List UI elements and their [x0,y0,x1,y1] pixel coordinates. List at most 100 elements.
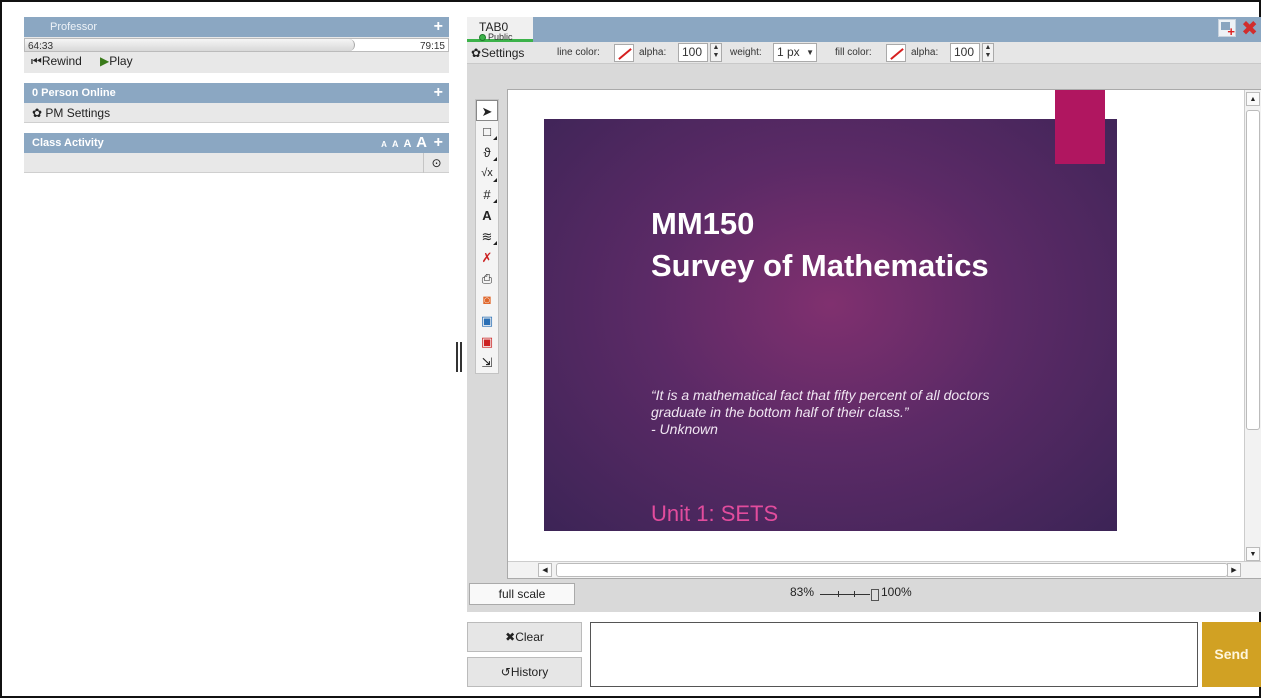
panel-splitter[interactable] [456,342,462,372]
settings-button[interactable]: ✿Settings [471,46,524,60]
whiteboard-panel: TAB0 Public ✖ ✿Settings line color: alph… [467,17,1261,612]
history-icon: ↺ [500,665,511,679]
user-icon[interactable]: ▣ [476,310,498,331]
slide-title: MM150 Survey of Mathematics [651,206,989,283]
chevron-down-icon: ▼ [806,48,814,57]
timer-icon[interactable]: ◙ [476,289,498,310]
font-size-s[interactable]: A [392,139,399,149]
equation-tool-icon[interactable]: √x [476,163,498,184]
layers-tool-icon[interactable]: ≋ [476,226,498,247]
class-activity-title: Class Activity [32,137,104,149]
import-icon[interactable]: ⇲ [476,352,498,373]
play-label: Play [109,54,133,68]
rewind-icon: ⏮ [31,54,42,68]
clear-icon: ✖ [505,630,516,644]
gear-icon: ✿ [471,46,482,60]
weight-label: weight: [730,47,762,58]
zoom-max-label: 100% [881,585,912,599]
left-panel: Professor + 64:33 79:15 ⏮Rewind ▶Play 0 … [24,17,449,173]
chat-input[interactable] [590,622,1198,687]
zoom-min-label: 83% [790,585,815,599]
horizontal-scroll-thumb[interactable] [556,563,1228,577]
tab-status: Public [479,32,513,42]
history-button[interactable]: ↺History [467,657,582,687]
line-color-label: line color: [557,47,600,58]
zoom-bar: full scale 83% 100% [467,579,1261,612]
online-expand-icon[interactable]: + [434,83,443,103]
rectangle-tool-icon[interactable]: □ [476,121,498,142]
rewind-button[interactable]: ⏮Rewind [31,54,82,69]
class-activity-expand-icon[interactable]: + [434,133,443,153]
slide-accent-bar [1055,90,1105,164]
total-time: 79:15 [419,41,445,52]
vertical-scrollbar[interactable]: ▲ ▼ [1244,90,1261,563]
current-time: 64:33 [28,41,54,52]
line-alpha-label: alpha: [639,47,667,58]
tab-tab0[interactable]: TAB0 Public [467,17,533,42]
professor-panel-title: Professor [50,21,98,33]
slide: MM150 Survey of Mathematics “It is a mat… [544,119,1117,531]
playback-controls: 64:33 79:15 ⏮Rewind ▶Play [24,37,449,73]
font-size-xs[interactable]: A [381,140,387,149]
clock-icon[interactable]: ⊙ [423,153,449,173]
close-tab-icon[interactable]: ✖ [1241,16,1258,41]
line-color-picker[interactable] [614,44,634,62]
online-panel-header: 0 Person Online + [24,83,449,103]
settings-label: Settings [481,46,525,60]
history-label: History [510,665,549,679]
font-size-m[interactable]: A [404,138,412,150]
slide-quote: “It is a mathematical fact that fifty pe… [651,387,990,437]
delete-tool-icon[interactable]: ✗ [476,247,498,268]
playback-progress [25,39,355,51]
fill-alpha-label: alpha: [911,47,939,58]
professor-expand-icon[interactable]: + [434,17,443,37]
font-size-l[interactable]: A [416,134,427,151]
user-remove-icon[interactable]: ▣ [476,331,498,352]
scroll-down-icon[interactable]: ▼ [1246,547,1260,561]
fill-color-picker[interactable] [886,44,906,62]
font-size-selector: A A A A [379,133,427,155]
tab-status-label: Public [488,32,513,42]
grid-tool-icon[interactable]: # [476,184,498,205]
pm-settings-label: PM Settings [45,106,111,120]
play-button[interactable]: ▶Play [100,54,133,68]
text-tool-icon[interactable]: A [476,205,498,226]
vertical-scroll-thumb[interactable] [1246,110,1260,430]
pm-settings-button[interactable]: ✿ PM Settings [24,103,449,123]
class-activity-header: Class Activity A A A A + [24,133,449,153]
weight-select[interactable]: 1 px ▼ [773,43,817,62]
clear-label: Clear [515,630,544,644]
scroll-up-icon[interactable]: ▲ [1246,92,1260,106]
rewind-label: Rewind [41,54,82,68]
professor-panel-header: Professor + [24,17,449,37]
tool-palette: ➤ □ ϑ √x # A ≋ ✗ ⎙ ◙ ▣ ▣ ⇲ [475,99,499,374]
scroll-left-icon[interactable]: ◀ [538,563,552,577]
add-tab-icon[interactable] [1218,19,1236,39]
weight-value: 1 px [777,45,800,59]
freehand-tool-icon[interactable]: ϑ [476,142,498,163]
send-button[interactable]: Send [1202,622,1261,687]
print-icon[interactable]: ⎙ [476,268,498,289]
line-alpha-input[interactable]: 100 [678,43,708,62]
playback-slider[interactable]: 64:33 79:15 [24,38,449,52]
zoom-slider-track[interactable] [820,591,870,597]
horizontal-scrollbar[interactable]: ◀ ▶ [508,561,1261,578]
full-scale-button[interactable]: full scale [469,583,575,605]
fill-alpha-spinner[interactable]: ▲ ▼ [982,43,994,62]
line-alpha-spinner[interactable]: ▲ ▼ [710,43,722,62]
select-tool-icon[interactable]: ➤ [476,100,498,121]
whiteboard-canvas[interactable]: MM150 Survey of Mathematics “It is a mat… [507,89,1261,579]
slide-unit: Unit 1: SETS [651,501,779,526]
scroll-right-icon[interactable]: ▶ [1227,563,1241,577]
zoom-slider-thumb[interactable] [871,589,879,601]
clear-button[interactable]: ✖Clear [467,622,582,652]
online-count-title: 0 Person Online [32,87,116,99]
fill-alpha-input[interactable]: 100 [950,43,980,62]
public-status-icon [479,34,486,42]
play-icon: ▶ [100,54,110,68]
fill-color-label: fill color: [835,47,872,58]
gear-icon: ✿ [32,106,43,120]
drawing-toolbar: ✿Settings line color: alpha: 100 ▲ ▼ weig… [467,42,1261,64]
app-window: Professor + 64:33 79:15 ⏮Rewind ▶Play 0 … [0,0,1261,698]
tab-bar: TAB0 Public ✖ [467,17,1261,42]
